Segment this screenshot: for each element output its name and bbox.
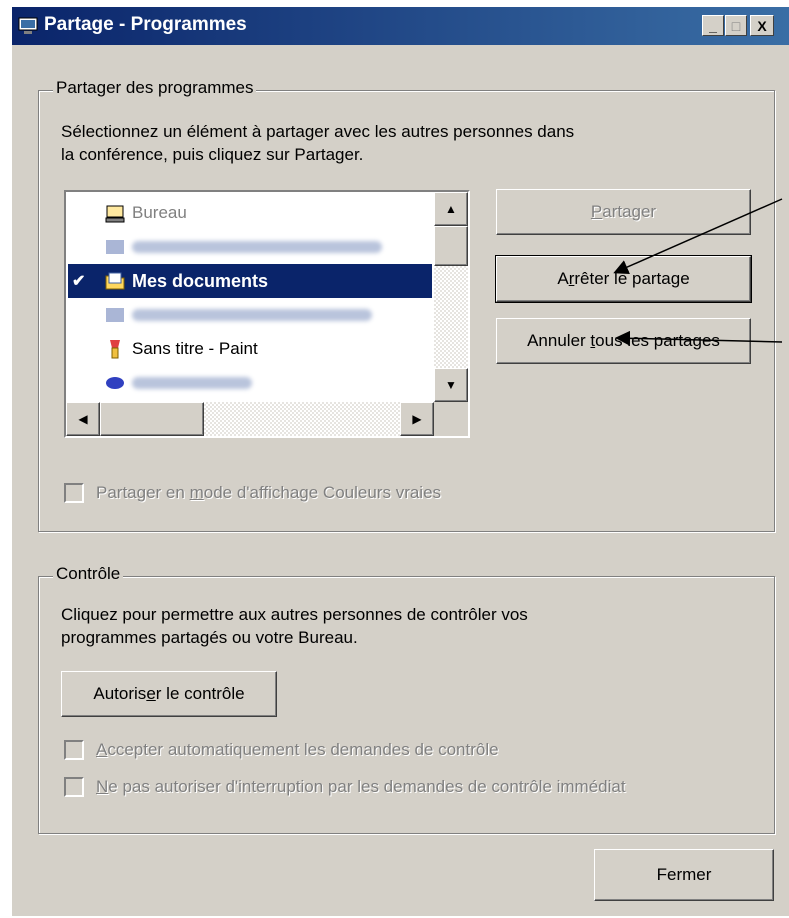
blurred-label bbox=[132, 241, 382, 253]
list-item[interactable]: Sans titre - Paint bbox=[68, 332, 432, 366]
window-icon bbox=[106, 308, 124, 322]
arrow-down-icon: ▼ bbox=[445, 378, 457, 392]
minimize-icon: _ bbox=[709, 17, 717, 34]
arrow-up-icon: ▲ bbox=[445, 202, 457, 216]
paint-icon bbox=[110, 340, 120, 359]
check-icon: ✔ bbox=[72, 273, 86, 290]
title-bar[interactable]: Partage - Programmes _ □ X bbox=[12, 7, 789, 45]
window-title: Partage - Programmes bbox=[44, 14, 247, 35]
no-interrupt-checkbox[interactable]: Ne pas autoriser d'interruption par les … bbox=[64, 777, 626, 797]
scroll-corner bbox=[434, 402, 468, 436]
desktop-icon bbox=[105, 205, 125, 223]
stop-sharing-button[interactable]: Ar rêter le partage bbox=[495, 255, 752, 303]
arrow-right-icon: ▶ bbox=[412, 412, 422, 426]
list-item-label: Bureau bbox=[132, 203, 187, 222]
list-item[interactable] bbox=[68, 230, 432, 264]
allow-label-accel: e bbox=[146, 684, 156, 703]
stop-label-post: rêter le partage bbox=[574, 269, 690, 288]
share-programs-legend: Partager des programmes bbox=[53, 78, 257, 98]
close-dialog-button[interactable]: Fermer bbox=[594, 849, 774, 901]
app-icon bbox=[106, 377, 124, 389]
scroll-up-button[interactable]: ▲ bbox=[434, 192, 468, 226]
scroll-right-button[interactable]: ▶ bbox=[400, 402, 434, 436]
minimize-button[interactable]: _ bbox=[702, 15, 724, 36]
share-instructions-line1: Sélectionnez un élément à partager avec … bbox=[61, 122, 575, 141]
allow-label-post: r le contrôle bbox=[155, 684, 245, 703]
sharing-app-icon bbox=[18, 17, 38, 34]
close-dialog-label: Fermer bbox=[656, 865, 712, 884]
maximize-icon: □ bbox=[731, 17, 741, 34]
folder-icon bbox=[105, 272, 125, 290]
blurred-label bbox=[132, 309, 372, 321]
list-item[interactable]: ✔ Mes documents bbox=[68, 264, 432, 298]
list-item-label: Sans titre - Paint bbox=[132, 339, 258, 358]
auto-accept-label-accel: A bbox=[96, 740, 108, 759]
control-instructions-line2: programmes partagés ou votre Bureau. bbox=[61, 628, 358, 647]
auto-accept-label-post: ccepter automatiquement les demandes de … bbox=[107, 740, 499, 759]
list-item[interactable]: Bureau bbox=[68, 196, 432, 230]
share-button[interactable]: Partager bbox=[496, 189, 751, 235]
blurred-label bbox=[132, 377, 252, 389]
control-legend: Contrôle bbox=[53, 564, 124, 584]
dialog-window: Partage - Programmes _ □ X Partager des … bbox=[10, 5, 789, 916]
window-icon bbox=[106, 240, 124, 254]
control-instructions-line1: Cliquez pour permettre aux autres person… bbox=[61, 605, 528, 624]
true-color-checkbox[interactable]: Partager en m ode d'affichage Couleurs vr… bbox=[64, 483, 441, 503]
list-item[interactable] bbox=[68, 366, 432, 400]
no-interrupt-label-post: e pas autoriser d'interruption par les d… bbox=[108, 777, 626, 796]
close-icon: X bbox=[757, 17, 767, 34]
auto-accept-checkbox[interactable]: Accepter automatiquement les demandes de… bbox=[64, 740, 499, 760]
checkbox-box bbox=[64, 777, 84, 797]
share-label-post: artager bbox=[602, 202, 657, 221]
share-label-accel: P bbox=[590, 202, 603, 221]
cancel-label-pre: Annuler bbox=[527, 331, 591, 350]
cancel-label-post: ous les partages bbox=[595, 331, 720, 350]
share-instructions-line2: la conférence, puis cliquez sur Partager… bbox=[61, 145, 364, 164]
no-interrupt-label-accel: N bbox=[96, 777, 109, 796]
checkbox-box bbox=[64, 740, 84, 760]
true-color-label-post: ode d'affichage Couleurs vraies bbox=[203, 483, 442, 502]
list-item[interactable] bbox=[68, 298, 432, 332]
hscroll-thumb[interactable] bbox=[100, 402, 204, 436]
maximize-button[interactable]: □ bbox=[725, 15, 747, 36]
true-color-label-accel: m bbox=[189, 483, 204, 502]
cancel-all-sharing-button[interactable]: Annuler t ous les partages bbox=[496, 318, 751, 364]
scroll-down-button[interactable]: ▼ bbox=[434, 368, 468, 402]
stop-label-pre: A bbox=[557, 269, 569, 288]
allow-control-button[interactable]: Autoris e r le contrôle bbox=[61, 671, 277, 717]
true-color-label-pre: Partager en bbox=[96, 483, 190, 502]
list-item-label: Mes documents bbox=[132, 270, 269, 291]
scroll-thumb[interactable] bbox=[434, 226, 468, 266]
close-button[interactable]: X bbox=[750, 15, 774, 36]
arrow-left-icon: ◀ bbox=[78, 412, 88, 426]
scroll-left-button[interactable]: ◀ bbox=[66, 402, 100, 436]
vertical-scrollbar[interactable]: ▲ ▼ bbox=[434, 192, 468, 402]
program-listbox[interactable]: Bureau ✔ Mes documents Sans titre - Pain… bbox=[64, 190, 470, 438]
allow-label-pre: Autoris bbox=[93, 684, 147, 703]
checkbox-box bbox=[64, 483, 84, 503]
horizontal-scrollbar[interactable]: ◀ ▶ bbox=[66, 402, 434, 436]
